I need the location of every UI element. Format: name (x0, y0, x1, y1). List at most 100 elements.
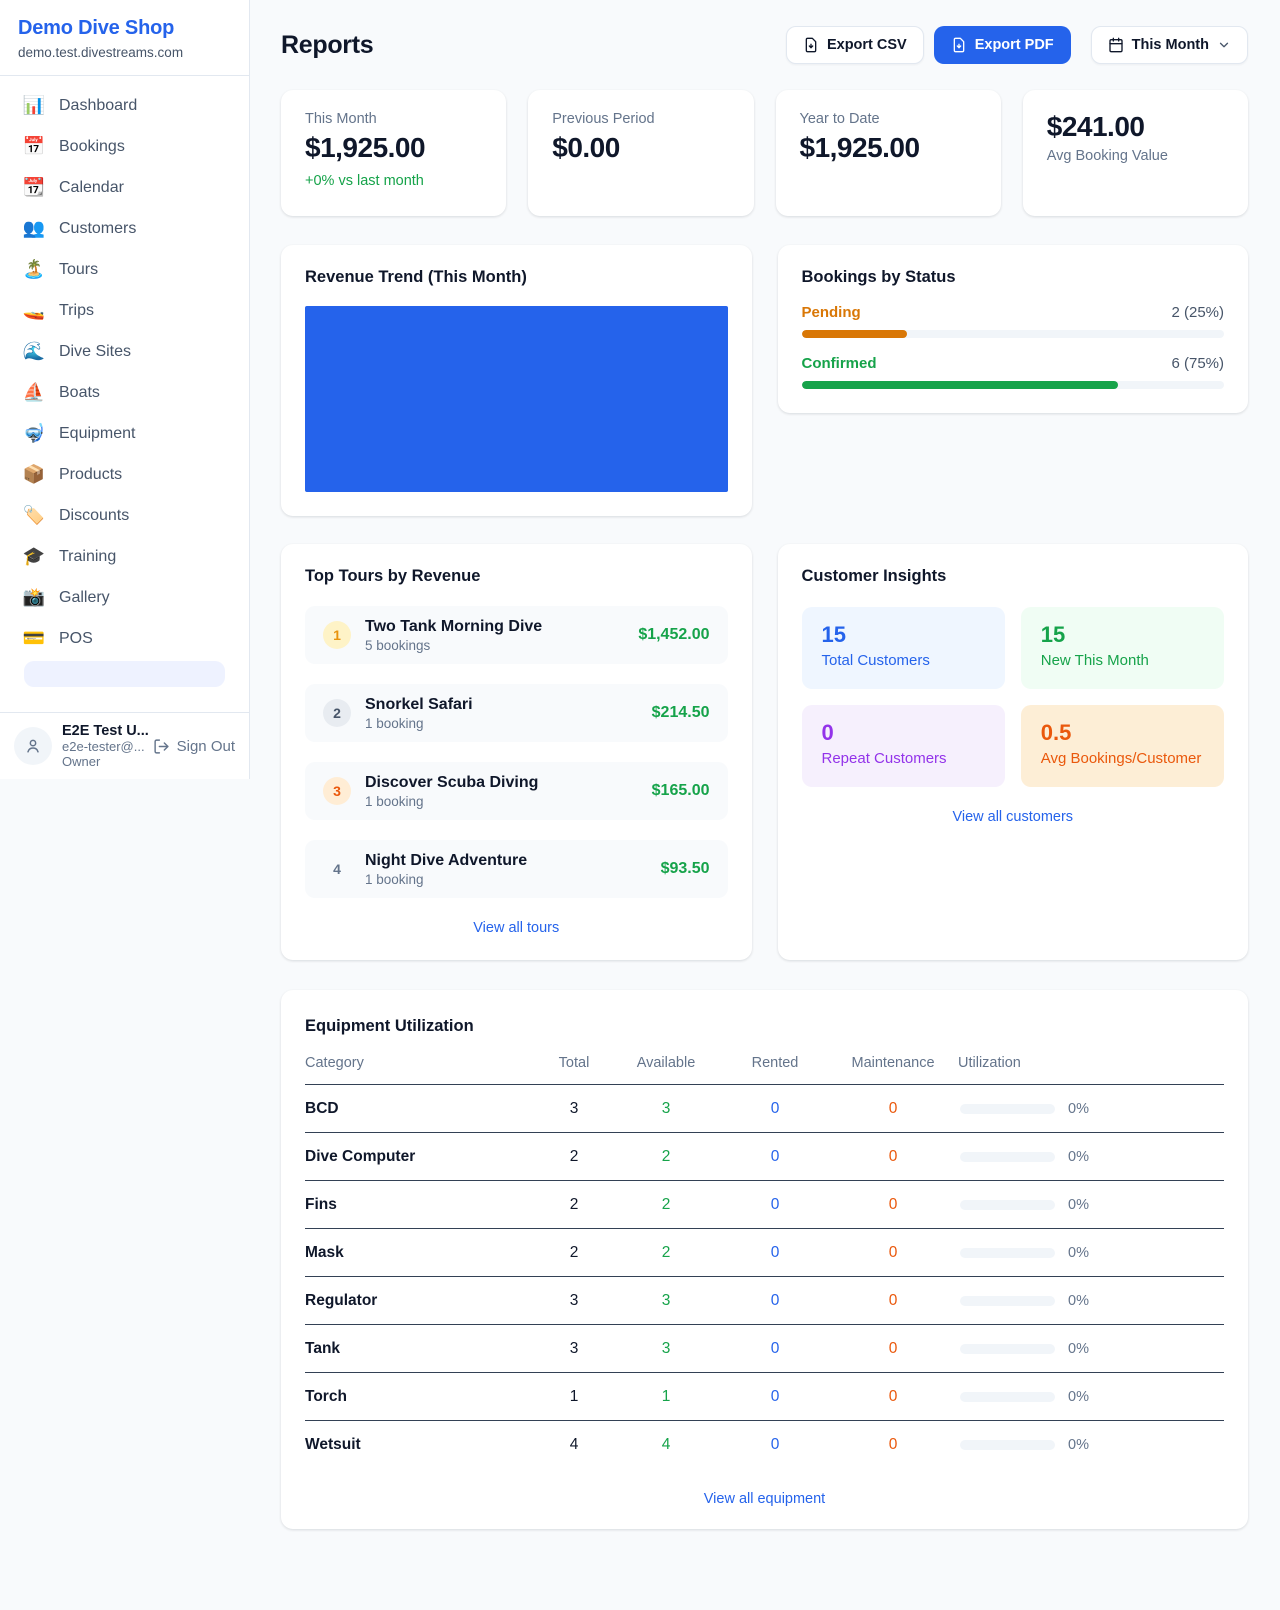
stat-delta: +0% vs last month (305, 173, 482, 189)
export-pdf-button[interactable]: Export PDF (934, 26, 1071, 64)
equipment-category: Mask (305, 1244, 538, 1262)
utilization-track (960, 1248, 1055, 1258)
progress-track (802, 381, 1225, 389)
rank-badge: 4 (323, 855, 351, 883)
wave-icon: 🌊 (22, 341, 46, 362)
sidebar-item-trips[interactable]: 🚤 Trips (12, 290, 237, 331)
sign-out-label: Sign Out (177, 738, 235, 755)
equipment-total: 1 (538, 1388, 610, 1406)
sidebar-item-customers[interactable]: 👥 Customers (12, 208, 237, 249)
top-tours-title: Top Tours by Revenue (305, 567, 728, 586)
sidebar-item-dashboard[interactable]: 📊 Dashboard (12, 85, 237, 126)
table-row: Fins 2 2 0 0 0% (305, 1181, 1224, 1229)
equipment-maintenance: 0 (828, 1244, 958, 1262)
sign-out-button[interactable]: Sign Out (153, 738, 235, 755)
sidebar-item-dive-sites[interactable]: 🌊 Dive Sites (12, 331, 237, 372)
sidebar-item-bookings[interactable]: 📅 Bookings (12, 126, 237, 167)
equipment-available: 1 (610, 1388, 722, 1406)
stat-card-previous-period: Previous Period $0.00 (528, 90, 753, 216)
equipment-category: Wetsuit (305, 1436, 538, 1454)
equipment-utilization-title: Equipment Utilization (305, 1017, 1224, 1036)
col-utilization: Utilization (958, 1055, 1224, 1071)
sidebar-item-gallery[interactable]: 📸 Gallery (12, 577, 237, 618)
period-dropdown[interactable]: This Month (1091, 26, 1248, 64)
sidebar-item-discounts[interactable]: 🏷️ Discounts (12, 495, 237, 536)
tile-label: Total Customers (822, 652, 985, 669)
list-item: 1 Two Tank Morning Dive 5 bookings $1,45… (305, 606, 728, 664)
tile-value: 0.5 (1041, 720, 1204, 746)
equipment-total: 3 (538, 1292, 610, 1310)
sidebar-item-training[interactable]: 🎓 Training (12, 536, 237, 577)
chevron-down-icon (1217, 38, 1231, 52)
sidebar-item-pos[interactable]: 💳 POS (12, 618, 237, 659)
equipment-category: Torch (305, 1388, 538, 1406)
equipment-maintenance: 0 (828, 1292, 958, 1310)
island-icon: 🏝️ (22, 259, 46, 280)
utilization-track (960, 1440, 1055, 1450)
table-row: Tank 3 3 0 0 0% (305, 1325, 1224, 1373)
tour-revenue: $165.00 (652, 782, 710, 800)
equipment-rented: 0 (722, 1148, 828, 1166)
customer-insights-title: Customer Insights (802, 567, 1225, 586)
file-download-icon (803, 37, 819, 53)
utilization-percent: 0% (1068, 1245, 1089, 1261)
equipment-total: 2 (538, 1148, 610, 1166)
stat-value: $1,925.00 (305, 132, 482, 164)
sidebar-item-boats[interactable]: ⛵ Boats (12, 372, 237, 413)
stat-label: Avg Booking Value (1047, 148, 1224, 164)
main-content: Reports Export CSV Export PDF (250, 0, 1280, 1569)
sidebar-item-calendar[interactable]: 📆 Calendar (12, 167, 237, 208)
bookings-by-status-card: Bookings by Status Pending 2 (25%) Confi… (778, 245, 1249, 413)
sidebar-item-products[interactable]: 📦 Products (12, 454, 237, 495)
col-total: Total (538, 1055, 610, 1071)
sidebar-item-reports-active[interactable] (24, 661, 225, 687)
equipment-total: 2 (538, 1244, 610, 1262)
view-all-tours-link[interactable]: View all tours (305, 920, 728, 936)
rank-badge: 1 (323, 621, 351, 649)
equipment-utilization-cell: 0% (958, 1245, 1224, 1261)
sidebar-item-label: Dashboard (59, 97, 137, 115)
equipment-rented: 0 (722, 1244, 828, 1262)
list-item: 3 Discover Scuba Diving 1 booking $165.0… (305, 762, 728, 820)
equipment-total: 2 (538, 1196, 610, 1214)
person-icon (23, 736, 43, 756)
tile-avg-bookings-customer: 0.5 Avg Bookings/Customer (1021, 705, 1224, 787)
insights-row: Top Tours by Revenue 1 Two Tank Morning … (281, 544, 1248, 960)
shop-domain: demo.test.divestreams.com (18, 45, 231, 60)
bookings-by-status-title: Bookings by Status (802, 268, 1225, 287)
equipment-category: BCD (305, 1100, 538, 1118)
diving-mask-icon: 🤿 (22, 423, 46, 444)
utilization-percent: 0% (1068, 1149, 1089, 1165)
period-label: This Month (1132, 37, 1209, 53)
dashboard-icon: 📊 (22, 95, 46, 116)
sailboat-icon: ⛵ (22, 382, 46, 403)
table-row: Wetsuit 4 4 0 0 0% (305, 1421, 1224, 1469)
sidebar-item-label: Training (59, 548, 116, 566)
equipment-maintenance: 0 (828, 1436, 958, 1454)
stat-label: This Month (305, 111, 482, 127)
equipment-utilization-cell: 0% (958, 1101, 1224, 1117)
equipment-available: 3 (610, 1340, 722, 1358)
export-csv-button[interactable]: Export CSV (786, 26, 924, 64)
sidebar-item-equipment[interactable]: 🤿 Equipment (12, 413, 237, 454)
equipment-maintenance: 0 (828, 1388, 958, 1406)
equipment-rented: 0 (722, 1292, 828, 1310)
tour-bookings: 1 booking (365, 716, 473, 731)
speedboat-icon: 🚤 (22, 300, 46, 321)
sidebar-item-tours[interactable]: 🏝️ Tours (12, 249, 237, 290)
utilization-track (960, 1392, 1055, 1402)
equipment-rented: 0 (722, 1388, 828, 1406)
tile-value: 15 (822, 622, 985, 648)
tour-revenue: $1,452.00 (638, 626, 709, 644)
equipment-total: 3 (538, 1100, 610, 1118)
view-all-equipment-link[interactable]: View all equipment (305, 1491, 1224, 1507)
view-all-customers-link[interactable]: View all customers (802, 809, 1225, 825)
tile-repeat-customers: 0 Repeat Customers (802, 705, 1005, 787)
tour-bookings: 5 bookings (365, 638, 542, 653)
sidebar-header: Demo Dive Shop demo.test.divestreams.com (0, 0, 249, 76)
credit-card-icon: 💳 (22, 628, 46, 649)
tile-label: Repeat Customers (822, 750, 985, 767)
calendar-icon: 📆 (22, 177, 46, 198)
equipment-rented: 0 (722, 1340, 828, 1358)
tile-total-customers: 15 Total Customers (802, 607, 1005, 689)
